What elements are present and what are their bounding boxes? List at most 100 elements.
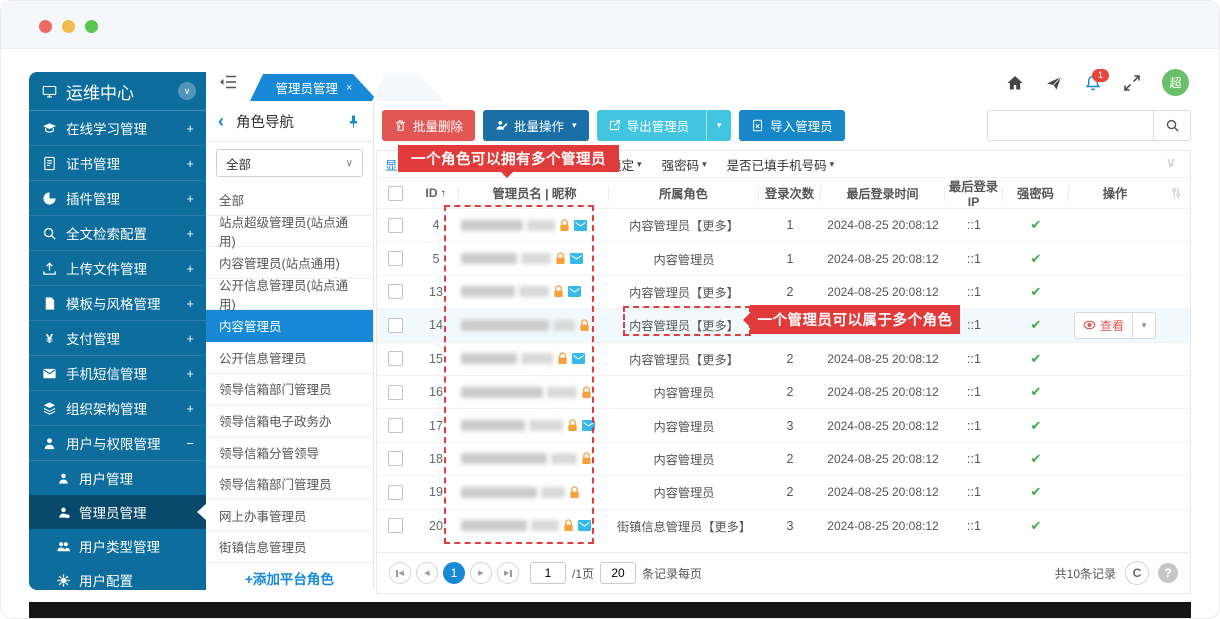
chevron-left-icon[interactable]: ‹ — [218, 111, 224, 132]
sidebar-item-users-permissions[interactable]: 用户与权限管理 − — [29, 426, 206, 461]
role-item[interactable]: 领导信箱部门管理员 — [206, 468, 373, 500]
sidebar-item-fulltext-search[interactable]: 全文检索配置 + — [29, 216, 206, 251]
col-header-last-ip[interactable]: 最后登录IP — [945, 186, 1003, 201]
add-platform-role-link[interactable]: +添加平台角色 — [206, 563, 373, 593]
collapse-sidebar-icon[interactable] — [219, 74, 237, 90]
refresh-button[interactable]: C — [1125, 561, 1149, 585]
window-bottom-edge — [29, 602, 1191, 619]
col-header-logins[interactable]: 登录次数 — [759, 186, 821, 201]
export-dropdown-caret[interactable]: ▾ — [706, 110, 731, 141]
zoom-window-button[interactable] — [85, 20, 98, 33]
sidebar-header[interactable]: 运维中心 ∨ — [29, 72, 206, 111]
sidebar-item-payment[interactable]: ¥ 支付管理 + — [29, 321, 206, 356]
pagination-bar: ◀ ◀ 1 ▶ ▶ /1页 条记录每页 共10条记录 C ? — [377, 552, 1190, 593]
role-item-all[interactable]: 全部 — [206, 184, 373, 216]
filter-strong-password[interactable]: 强密码▾ — [662, 155, 707, 174]
sidebar-subitem-user-config[interactable]: 用户配置 — [29, 563, 206, 590]
sidebar-collapse-icon[interactable]: ∨ — [178, 82, 196, 100]
search-input[interactable] — [988, 111, 1153, 140]
role-item[interactable]: 内容管理员(站点通用) — [206, 247, 373, 279]
sidebar-subitem-user-management[interactable]: 用户管理 — [29, 461, 206, 495]
role-item-selected[interactable]: 内容管理员 — [206, 310, 373, 342]
role-item[interactable]: 网上办事管理员 — [206, 500, 373, 532]
avatar[interactable]: 超 — [1162, 69, 1189, 96]
sidebar-item-upload-files[interactable]: 上传文件管理 + — [29, 251, 206, 286]
col-header-strong-password[interactable]: 强密码 — [1003, 186, 1069, 201]
last-page-button[interactable]: ▶ — [497, 562, 519, 584]
upload-icon — [42, 261, 57, 276]
table-row[interactable]: 19 内容管理员 2 2024-08-25 20:08:12 ::1 ✔ — [377, 475, 1190, 508]
minimize-window-button[interactable] — [62, 20, 75, 33]
row-checkbox[interactable] — [388, 518, 403, 533]
user-edit-icon — [495, 119, 508, 132]
view-button[interactable]: 查看 ▾ — [1074, 312, 1156, 339]
role-nav-panel: ‹ 角色导航 全部 ∨ 全部 站点超级管理员(站点通用) 内容管理员(站点通用)… — [206, 102, 374, 590]
sidebar-item-certificates[interactable]: 证书管理 + — [29, 146, 206, 181]
table-row[interactable]: 20 街镇信息管理员【更多】 3 2024-08-25 20:08:12 ::1… — [377, 509, 1190, 542]
collapse-filters-icon[interactable]: ∨ — [1166, 154, 1176, 171]
export-admins-button[interactable]: 导出管理员 ▾ — [597, 110, 732, 141]
role-item[interactable]: 公开信息管理员 — [206, 342, 373, 374]
notifications-bell-icon[interactable]: 1 — [1084, 74, 1102, 92]
column-settings-icon[interactable] — [1161, 186, 1190, 200]
yen-icon: ¥ — [42, 331, 57, 346]
role-item[interactable]: 领导信箱电子政务办 — [206, 405, 373, 437]
table-row[interactable]: 18 内容管理员 2 2024-08-25 20:08:12 ::1 ✔ — [377, 442, 1190, 475]
batch-delete-button[interactable]: 批量删除 — [382, 110, 475, 141]
row-checkbox[interactable] — [388, 418, 403, 433]
sidebar-item-sms[interactable]: 手机短信管理 + — [29, 356, 206, 391]
first-page-button[interactable]: ◀ — [389, 562, 411, 584]
fullscreen-icon[interactable] — [1123, 74, 1141, 92]
row-checkbox[interactable] — [388, 318, 403, 333]
pin-icon[interactable] — [346, 114, 361, 129]
home-icon[interactable] — [1006, 74, 1024, 92]
col-header-last-login[interactable]: 最后登录时间 — [821, 186, 945, 201]
row-checkbox[interactable] — [388, 251, 403, 266]
role-item[interactable]: 站点超级管理员(站点通用) — [206, 216, 373, 248]
sidebar-item-plugins[interactable]: 插件管理 + — [29, 181, 206, 216]
sidebar-item-templates[interactable]: 模板与风格管理 + — [29, 286, 206, 321]
redacted-admin-name — [459, 419, 609, 432]
role-item[interactable]: 领导信箱分管领导 — [206, 437, 373, 469]
per-page-input[interactable] — [600, 562, 636, 584]
col-header-id[interactable]: ID↑ — [413, 186, 459, 201]
current-page-button[interactable]: 1 — [443, 562, 465, 584]
sidebar-item-online-learning[interactable]: 在线学习管理 + — [29, 111, 206, 146]
filter-phone-filled[interactable]: 是否已填手机号码▾ — [727, 155, 835, 174]
role-filter-select[interactable]: 全部 ∨ — [216, 149, 363, 177]
role-item[interactable]: 公开信息管理员(站点通用) — [206, 279, 373, 311]
table-row[interactable]: 5 内容管理员 1 2024-08-25 20:08:12 ::1 ✔ — [377, 241, 1190, 274]
collapse-icon: − — [186, 436, 194, 451]
row-checkbox[interactable] — [388, 351, 403, 366]
search-button[interactable] — [1153, 111, 1190, 140]
role-item[interactable]: 领导信箱部门管理员 — [206, 374, 373, 406]
view-dropdown-caret[interactable]: ▾ — [1132, 313, 1155, 338]
select-all-checkbox[interactable] — [388, 186, 403, 201]
sidebar-subitem-admin-management[interactable]: 管理员管理 — [29, 495, 206, 529]
import-admins-button[interactable]: 导入管理员 — [739, 110, 845, 141]
next-page-button[interactable]: ▶ — [470, 562, 492, 584]
close-tab-icon[interactable]: × — [346, 82, 352, 94]
batch-actions-button[interactable]: 批量操作 ▾ — [483, 110, 589, 141]
page-number-input[interactable] — [530, 562, 566, 584]
row-checkbox[interactable] — [388, 385, 403, 400]
table-row[interactable]: 13 内容管理员【更多】 2 2024-08-25 20:08:12 ::1 ✔ — [377, 275, 1190, 308]
sidebar-subitem-user-types[interactable]: 用户类型管理 — [29, 529, 206, 563]
sidebar-item-org-structure[interactable]: 组织架构管理 + — [29, 391, 206, 426]
row-checkbox[interactable] — [388, 284, 403, 299]
table-row[interactable]: 4 内容管理员【更多】 1 2024-08-25 20:08:12 ::1 ✔ — [377, 208, 1190, 241]
help-button[interactable]: ? — [1158, 563, 1178, 583]
close-window-button[interactable] — [39, 20, 52, 33]
row-checkbox[interactable] — [388, 218, 403, 233]
table-row[interactable]: 17 内容管理员 3 2024-08-25 20:08:12 ::1 ✔ — [377, 408, 1190, 441]
table-row[interactable]: 16 内容管理员 2 2024-08-25 20:08:12 ::1 ✔ — [377, 375, 1190, 408]
row-checkbox[interactable] — [388, 451, 403, 466]
tab-admin-management[interactable]: 管理员管理 × — [250, 74, 378, 101]
prev-page-button[interactable]: ◀ — [416, 562, 438, 584]
table-row[interactable]: 15 内容管理员【更多】 2 2024-08-25 20:08:12 ::1 ✔ — [377, 342, 1190, 375]
role-item[interactable]: 街镇信息管理员 — [206, 532, 373, 564]
row-checkbox[interactable] — [388, 485, 403, 500]
col-header-role[interactable]: 所属角色 — [609, 186, 759, 201]
send-icon[interactable] — [1045, 74, 1063, 92]
col-header-name[interactable]: 管理员名 | 昵称 — [459, 186, 609, 201]
